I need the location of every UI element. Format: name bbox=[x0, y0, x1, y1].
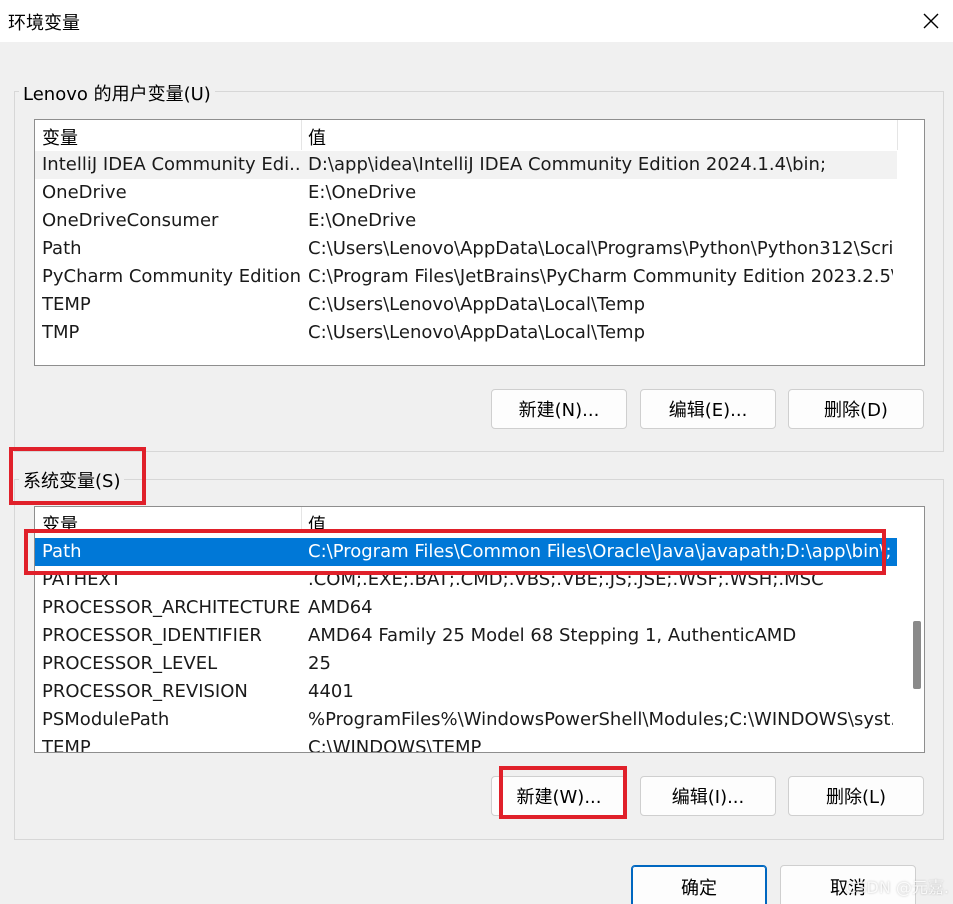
var-value: C:\WINDOWS\TEMP bbox=[308, 737, 482, 753]
var-value: .COM;.EXE;.BAT;.CMD;.VBS;.VBE;.JS;.JSE;.… bbox=[308, 569, 824, 590]
table-row[interactable]: PyCharm Community Edition C:\Program Fil… bbox=[35, 263, 897, 291]
var-name: TEMP bbox=[42, 294, 91, 315]
var-value: C:\Program Files\JetBrains\PyCharm Commu… bbox=[308, 266, 893, 287]
column-separator bbox=[301, 507, 302, 531]
system-col-name[interactable]: 变量 bbox=[42, 511, 78, 537]
system-edit-button[interactable]: 编辑(I)... bbox=[640, 776, 776, 816]
user-vars-label: Lenovo 的用户变量(U) bbox=[19, 80, 215, 106]
ok-button[interactable]: 确定 bbox=[631, 865, 767, 904]
column-separator bbox=[897, 120, 898, 150]
var-value: 25 bbox=[308, 653, 331, 674]
user-col-value[interactable]: 值 bbox=[308, 124, 326, 150]
var-name: TMP bbox=[42, 322, 80, 343]
system-vars-header: 变量 值 bbox=[35, 507, 924, 536]
vertical-scrollbar[interactable] bbox=[908, 537, 924, 752]
var-value: C:\Users\Lenovo\AppData\Local\Programs\P… bbox=[308, 238, 893, 259]
close-button[interactable] bbox=[909, 0, 953, 42]
var-value: AMD64 bbox=[308, 597, 373, 618]
var-value: D:\app\idea\IntelliJ IDEA Community Edit… bbox=[308, 154, 827, 175]
table-row[interactable]: PROCESSOR_LEVEL 25 bbox=[35, 650, 897, 678]
scrollbar-thumb[interactable] bbox=[913, 621, 921, 689]
var-value: 4401 bbox=[308, 681, 354, 702]
var-name: PROCESSOR_REVISION bbox=[42, 681, 248, 702]
table-row[interactable]: Path C:\Users\Lenovo\AppData\Local\Progr… bbox=[35, 235, 897, 263]
table-row[interactable]: OneDriveConsumer E:\OneDrive bbox=[35, 207, 897, 235]
var-value: C:\Users\Lenovo\AppData\Local\Temp bbox=[308, 322, 645, 343]
var-name: PROCESSOR_IDENTIFIER bbox=[42, 625, 262, 646]
table-row[interactable]: OneDrive E:\OneDrive bbox=[35, 179, 897, 207]
system-col-value[interactable]: 值 bbox=[308, 511, 326, 537]
var-name: OneDrive bbox=[42, 182, 127, 203]
table-row[interactable]: PROCESSOR_REVISION 4401 bbox=[35, 678, 897, 706]
watermark-text: CSDN @元嘉. bbox=[845, 878, 949, 897]
system-vars-list[interactable]: 变量 值 Path C:\Program Files\Common Files\… bbox=[34, 506, 925, 753]
var-value: AMD64 Family 25 Model 68 Stepping 1, Aut… bbox=[308, 625, 797, 646]
user-edit-button[interactable]: 编辑(E)... bbox=[640, 389, 776, 429]
column-separator bbox=[301, 120, 302, 150]
system-new-button[interactable]: 新建(W)... bbox=[491, 776, 627, 816]
var-name: Path bbox=[42, 541, 82, 562]
var-name: PROCESSOR_ARCHITECTURE bbox=[42, 597, 300, 618]
user-delete-button[interactable]: 删除(D) bbox=[788, 389, 924, 429]
system-vars-label: 系统变量(S) bbox=[19, 467, 125, 493]
table-row-selected[interactable]: Path C:\Program Files\Common Files\Oracl… bbox=[35, 538, 897, 566]
user-new-button[interactable]: 新建(N)... bbox=[491, 389, 627, 429]
title-bar: 环境变量 bbox=[0, 0, 953, 42]
close-icon bbox=[923, 13, 939, 29]
table-row[interactable]: TEMP C:\Users\Lenovo\AppData\Local\Temp bbox=[35, 291, 897, 319]
var-name: OneDriveConsumer bbox=[42, 210, 219, 231]
var-name: Path bbox=[42, 238, 82, 259]
table-row[interactable]: TEMP C:\WINDOWS\TEMP bbox=[35, 734, 897, 753]
var-value: C:\Users\Lenovo\AppData\Local\Temp bbox=[308, 294, 645, 315]
table-row[interactable]: PSModulePath %ProgramFiles%\WindowsPower… bbox=[35, 706, 897, 734]
window-title: 环境变量 bbox=[8, 13, 80, 34]
var-value: E:\OneDrive bbox=[308, 210, 417, 231]
table-row[interactable]: PATHEXT .COM;.EXE;.BAT;.CMD;.VBS;.VBE;.J… bbox=[35, 566, 897, 594]
var-name: PROCESSOR_LEVEL bbox=[42, 653, 218, 674]
var-value: %ProgramFiles%\WindowsPowerShell\Modules… bbox=[308, 709, 893, 730]
var-name: IntelliJ IDEA Community Edi... bbox=[42, 154, 300, 175]
user-vars-header: 变量 值 bbox=[35, 120, 924, 150]
user-vars-list[interactable]: 变量 值 IntelliJ IDEA Community Edi... D:\a… bbox=[34, 119, 925, 366]
var-name: PSModulePath bbox=[42, 709, 170, 730]
var-value: E:\OneDrive bbox=[308, 182, 417, 203]
var-value: C:\Program Files\Common Files\Oracle\Jav… bbox=[308, 541, 893, 562]
system-delete-button[interactable]: 删除(L) bbox=[788, 776, 924, 816]
table-row[interactable]: TMP C:\Users\Lenovo\AppData\Local\Temp bbox=[35, 319, 897, 347]
table-row[interactable]: IntelliJ IDEA Community Edi... D:\app\id… bbox=[35, 151, 897, 179]
table-row[interactable]: PROCESSOR_IDENTIFIER AMD64 Family 25 Mod… bbox=[35, 622, 897, 650]
var-name: PATHEXT bbox=[42, 569, 122, 590]
var-name: TEMP bbox=[42, 737, 91, 753]
table-row[interactable]: PROCESSOR_ARCHITECTURE AMD64 bbox=[35, 594, 897, 622]
var-name: PyCharm Community Edition bbox=[42, 266, 300, 287]
user-col-name[interactable]: 变量 bbox=[42, 124, 78, 150]
